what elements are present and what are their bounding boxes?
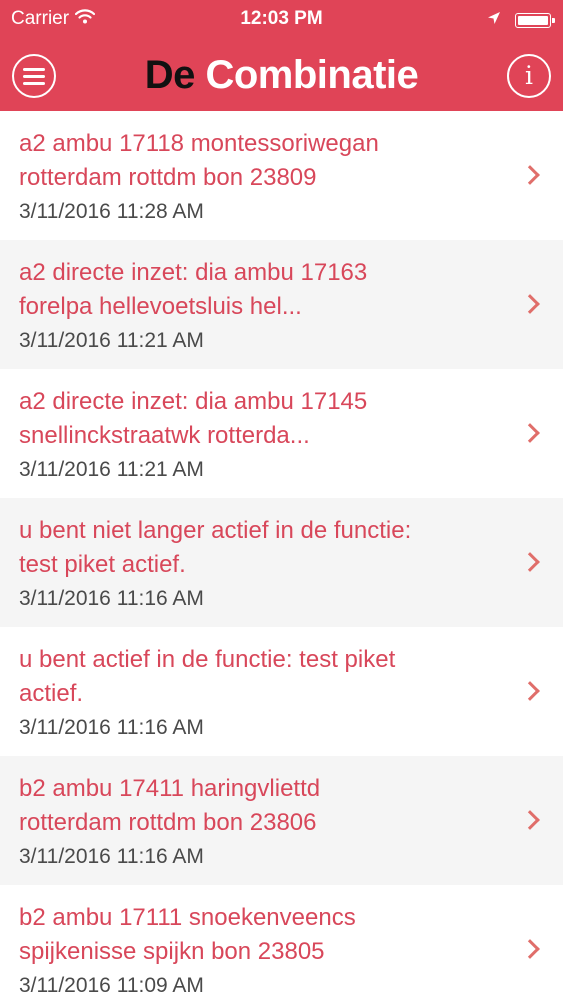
- message-title-line1: b2 ambu 17411 haringvliettd: [19, 775, 321, 802]
- app-title-combinatie: Combinatie: [205, 53, 419, 97]
- message-timestamp: 3/11/2016 11:16 AM: [19, 845, 204, 868]
- location-arrow-icon: [487, 9, 501, 31]
- chevron-right-icon: [520, 423, 540, 443]
- app-title: De Combinatie: [0, 52, 563, 98]
- message-title-line2: snellinckstraatwk rotterda...: [19, 422, 310, 449]
- app-title-de: De: [144, 53, 196, 97]
- message-title: a2 directe inzet: dia ambu 17163 forelpa…: [19, 256, 489, 324]
- message-title-line2: rotterdam rottdm bon 23809: [19, 164, 317, 191]
- message-title-line2: spijkenisse spijkn bon 23805: [19, 938, 325, 965]
- status-bar: Carrier 12:03 PM: [0, 0, 563, 38]
- message-title-line2: test piket actief.: [19, 551, 186, 578]
- message-row[interactable]: u bent niet langer actief in de functie:…: [0, 498, 563, 627]
- message-row[interactable]: b2 ambu 17111 snoekenveencs spijkenisse …: [0, 885, 563, 1000]
- message-title-line1: u bent niet langer actief in de functie:: [19, 517, 412, 544]
- message-timestamp: 3/11/2016 11:21 AM: [19, 329, 204, 352]
- chevron-right-icon: [520, 681, 540, 701]
- message-title: u bent niet langer actief in de functie:…: [19, 514, 489, 582]
- message-timestamp: 3/11/2016 11:21 AM: [19, 458, 204, 481]
- message-timestamp: 3/11/2016 11:16 AM: [19, 587, 204, 610]
- chevron-right-icon: [520, 165, 540, 185]
- chevron-right-icon: [520, 939, 540, 959]
- message-title-line2: forelpa hellevoetsluis hel...: [19, 293, 302, 320]
- message-title-line1: a2 directe inzet: dia ambu 17145: [19, 388, 368, 415]
- info-icon: i: [525, 61, 533, 90]
- message-title: u bent actief in de functie: test piket …: [19, 643, 489, 711]
- message-row[interactable]: a2 ambu 17118 montessoriwegan rotterdam …: [0, 111, 563, 240]
- message-row[interactable]: u bent actief in de functie: test piket …: [0, 627, 563, 756]
- status-time: 12:03 PM: [240, 8, 323, 29]
- message-title-line2: rotterdam rottdm bon 23806: [19, 809, 317, 836]
- message-title: b2 ambu 17411 haringvliettd rotterdam ro…: [19, 772, 489, 840]
- screen: Carrier 12:03 PM De Combinatie i a2 ambu…: [0, 0, 563, 1000]
- chevron-right-icon: [520, 294, 540, 314]
- message-title: b2 ambu 17111 snoekenveencs spijkenisse …: [19, 901, 489, 969]
- message-title-line1: a2 directe inzet: dia ambu 17163: [19, 259, 368, 286]
- battery-icon: [515, 12, 555, 28]
- chevron-right-icon: [520, 552, 540, 572]
- message-title-line1: a2 ambu 17118 montessoriwegan: [19, 130, 379, 157]
- message-title-line2: actief.: [19, 680, 84, 707]
- header: Carrier 12:03 PM De Combinatie i: [0, 0, 563, 111]
- message-title-line1: b2 ambu 17111 snoekenveencs: [19, 904, 356, 931]
- message-title-line1: u bent actief in de functie: test piket: [19, 646, 396, 673]
- message-row[interactable]: b2 ambu 17411 haringvliettd rotterdam ro…: [0, 756, 563, 885]
- message-title: a2 ambu 17118 montessoriwegan rotterdam …: [19, 127, 489, 195]
- message-row[interactable]: a2 directe inzet: dia ambu 17145 snellin…: [0, 369, 563, 498]
- message-timestamp: 3/11/2016 11:16 AM: [19, 716, 204, 739]
- nav-bar: De Combinatie i: [0, 38, 563, 111]
- message-row[interactable]: a2 directe inzet: dia ambu 17163 forelpa…: [0, 240, 563, 369]
- message-list: a2 ambu 17118 montessoriwegan rotterdam …: [0, 111, 563, 1000]
- chevron-right-icon: [520, 810, 540, 830]
- message-timestamp: 3/11/2016 11:28 AM: [19, 200, 204, 223]
- status-right-group: [487, 9, 555, 31]
- message-title: a2 directe inzet: dia ambu 17145 snellin…: [19, 385, 489, 453]
- info-button[interactable]: i: [507, 54, 551, 98]
- message-timestamp: 3/11/2016 11:09 AM: [19, 974, 204, 997]
